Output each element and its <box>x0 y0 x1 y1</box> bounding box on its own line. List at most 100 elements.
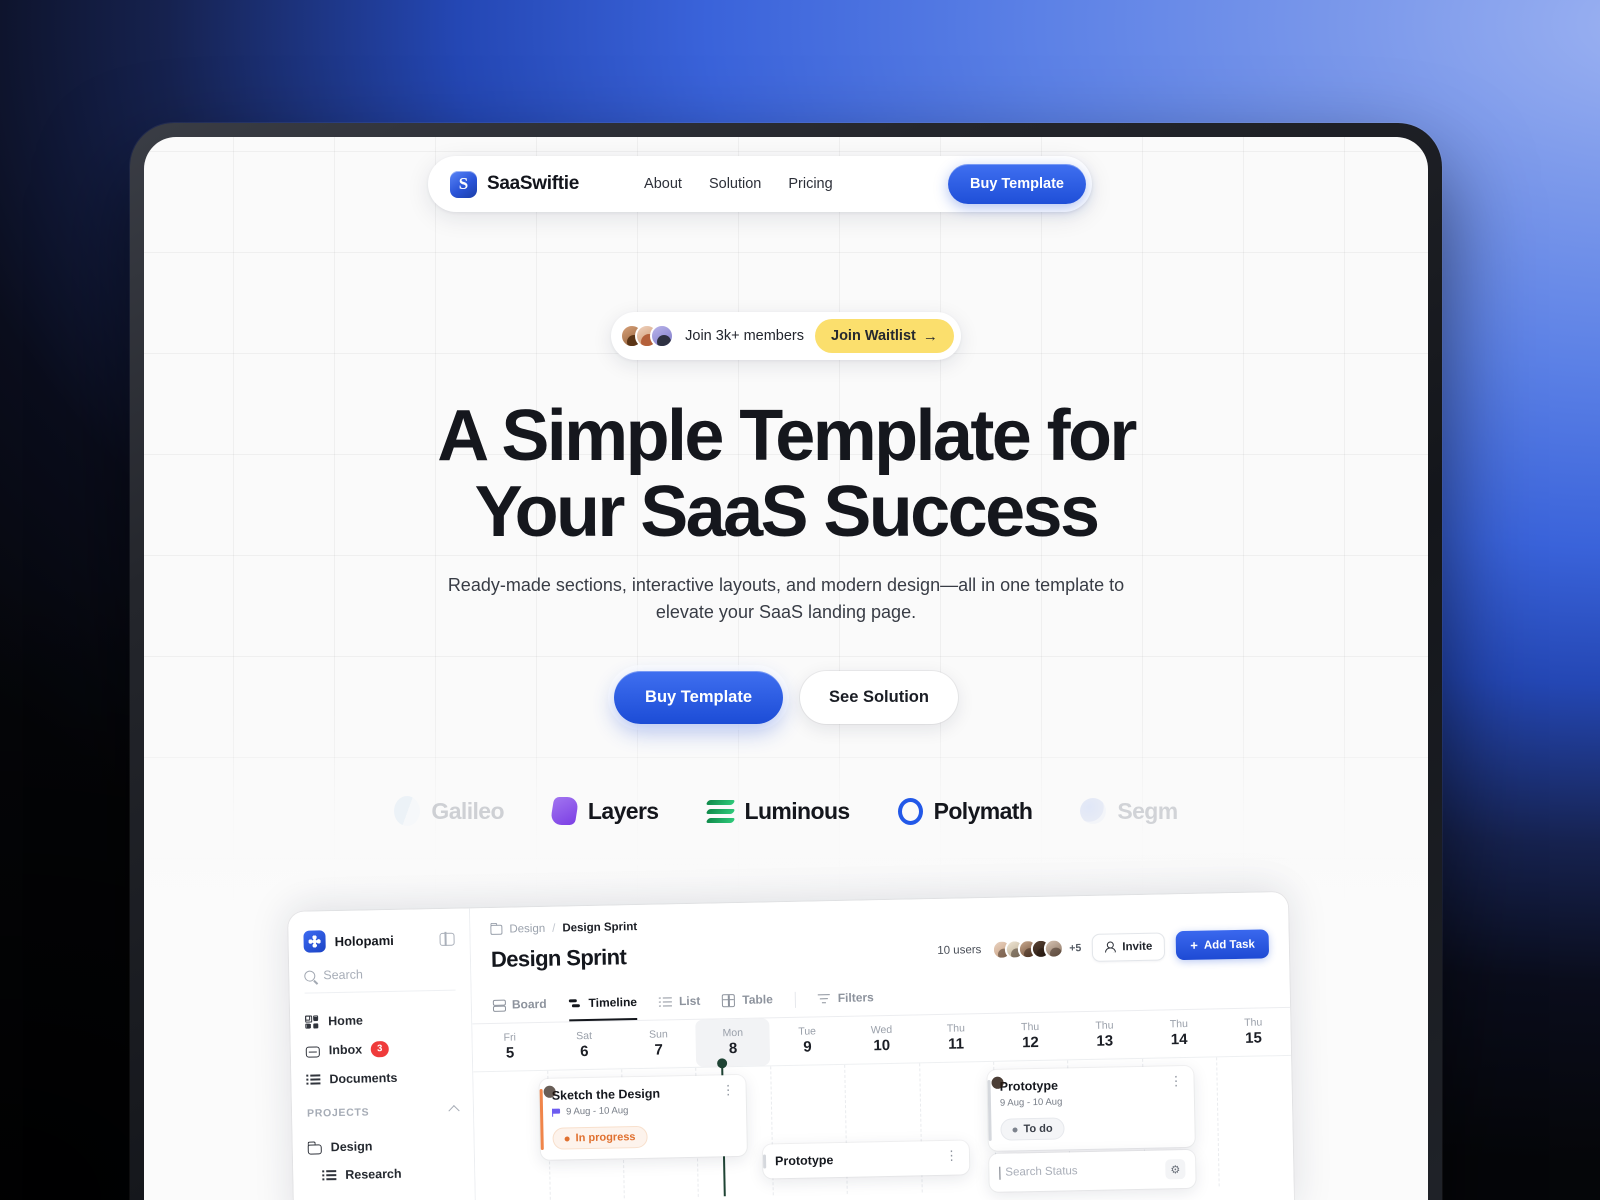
status-search-input[interactable]: Search Status ⚙ <box>988 1149 1196 1192</box>
task-card[interactable]: Prototype ⋮ 9 Aug - 10 Aug To do <box>987 1065 1195 1151</box>
nav-link-pricing[interactable]: Pricing <box>788 176 832 192</box>
sidebar-item-label: Design <box>330 1139 373 1155</box>
headline-line-1: A Simple Template for <box>437 396 1137 476</box>
task-dates: 9 Aug - 10 Aug <box>999 1096 1063 1109</box>
projects-list: Design Research <box>307 1131 459 1190</box>
day-column-header[interactable]: Sat 6 <box>547 1021 622 1069</box>
task-menu-icon[interactable]: ⋮ <box>1169 1073 1182 1088</box>
logo-luminous: Luminous <box>704 798 850 825</box>
day-column-header[interactable]: Thu 15 <box>1216 1008 1291 1056</box>
list-icon <box>659 995 673 1008</box>
sidebar-item-label: Inbox <box>328 1042 363 1058</box>
day-name: Thu <box>1095 1019 1114 1032</box>
invite-button[interactable]: Invite <box>1092 931 1166 962</box>
nav-links: About Solution Pricing <box>644 176 833 192</box>
hero-cta-row: Buy Template See Solution <box>144 671 1428 725</box>
task-menu-icon[interactable]: ⋮ <box>722 1082 735 1097</box>
arrow-right-icon: → <box>922 327 938 345</box>
status-dot-icon <box>1012 1126 1018 1133</box>
task-title: Prototype <box>774 1153 834 1169</box>
join-waitlist-button[interactable]: Join Waitlist → <box>815 319 954 353</box>
status-dot-icon <box>564 1135 570 1141</box>
members-badge[interactable]: Join 3k+ members Join Waitlist → <box>611 312 961 360</box>
tab-timeline[interactable]: Timeline <box>568 986 638 1022</box>
table-icon <box>722 993 736 1007</box>
workspace-name: Holopami <box>334 932 394 949</box>
hero-see-solution-button[interactable]: See Solution <box>800 671 958 725</box>
toggle-sidebar-icon[interactable] <box>439 932 455 946</box>
day-column-header[interactable]: Thu 12 <box>993 1012 1068 1060</box>
day-column-header[interactable]: Wed 10 <box>844 1015 919 1063</box>
sidebar-item-inbox[interactable]: Inbox 3 <box>305 1033 457 1066</box>
tab-board[interactable]: Board <box>492 988 547 1023</box>
day-column-header[interactable]: Fri 5 <box>472 1023 547 1071</box>
partner-logo-strip: Galileo Layers Luminous Polymath Segm <box>144 796 1428 827</box>
logo-segment: Segm <box>1080 797 1178 825</box>
day-column-header-today[interactable]: Mon 8 <box>695 1018 771 1067</box>
day-column-header[interactable]: Tue 9 <box>770 1017 845 1065</box>
day-column-header[interactable]: Thu 13 <box>1067 1011 1142 1059</box>
sidebar-item-documents[interactable]: Documents <box>306 1063 458 1094</box>
task-card-header: Prototype ⋮ <box>999 1073 1183 1094</box>
status-badge[interactable]: To do <box>1000 1117 1065 1141</box>
breadcrumb-current: Design Sprint <box>562 920 638 935</box>
grid-line <box>1216 1057 1220 1187</box>
day-column-header[interactable]: Sun 7 <box>621 1020 696 1068</box>
timeline-view: Fri 5 Sat 6 Sun 7 Mon 8 Tue 9 Wed 10 Thu… <box>472 1008 1294 1200</box>
headline-line-2: Your SaaS Success <box>474 471 1100 552</box>
day-column-header[interactable]: Thu 11 <box>918 1014 993 1062</box>
collaborator-avatars: +5 <box>992 937 1081 960</box>
documents-icon <box>306 1073 321 1087</box>
sidebar-item-research[interactable]: Research <box>308 1159 460 1190</box>
app-title-row: Design Sprint 10 users +5 Invite + Add T… <box>491 929 1270 974</box>
add-task-button[interactable]: + Add Task <box>1176 929 1270 961</box>
task-title: Prototype <box>999 1078 1059 1094</box>
day-name: Fri <box>503 1031 516 1044</box>
nav-link-solution[interactable]: Solution <box>709 176 761 192</box>
task-accent-bar <box>987 1079 992 1141</box>
navbar-buy-template-button[interactable]: Buy Template <box>947 164 1086 204</box>
logo-label: Layers <box>587 797 659 824</box>
navbar: S SaaSwiftie About Solution Pricing Buy … <box>428 156 1092 212</box>
task-menu-icon[interactable]: ⋮ <box>945 1148 958 1163</box>
tab-table[interactable]: Table <box>722 983 773 1018</box>
sidebar-item-label: Documents <box>329 1071 398 1087</box>
galileo-icon <box>394 796 421 827</box>
day-number: 12 <box>1021 1033 1039 1052</box>
day-number: 13 <box>1096 1032 1114 1050</box>
task-card[interactable]: Prototype ⋮ <box>762 1140 970 1179</box>
day-column-header[interactable]: Thu 14 <box>1141 1009 1216 1057</box>
logo-label: Segm <box>1117 797 1178 824</box>
sidebar-search[interactable]: Search <box>304 965 456 994</box>
nav-link-about[interactable]: About <box>644 176 682 192</box>
filters-button[interactable]: Filters <box>817 981 874 1016</box>
tab-list[interactable]: List <box>659 985 701 1020</box>
inbox-icon <box>305 1046 320 1058</box>
workspace-switcher[interactable]: Holopami <box>303 929 394 953</box>
status-search-placeholder: Search Status <box>1005 1165 1078 1179</box>
task-card-header: Prototype ⋮ <box>774 1148 958 1169</box>
task-card-footer: In progress <box>552 1124 735 1150</box>
task-card[interactable]: Sketch the Design ⋮ 9 Aug - 10 Aug In pr… <box>539 1074 747 1160</box>
sidebar-item-design[interactable]: Design <box>307 1131 459 1162</box>
sidebar-item-label: Research <box>345 1167 402 1183</box>
logo-icon: S <box>450 170 477 198</box>
filters-label: Filters <box>837 990 874 1005</box>
task-card-footer: To do <box>1000 1115 1183 1141</box>
status-badge[interactable]: In progress <box>552 1125 648 1150</box>
breadcrumb-parent[interactable]: Design <box>509 923 545 936</box>
tabs-divider <box>794 991 796 1008</box>
logo-layers: Layers <box>549 797 659 826</box>
timeline-icon <box>568 997 581 1010</box>
hero-buy-template-button[interactable]: Buy Template <box>614 671 784 725</box>
board-icon <box>492 998 505 1011</box>
brand[interactable]: S SaaSwiftie <box>450 170 579 198</box>
tab-label: Board <box>511 996 547 1012</box>
projects-section-header[interactable]: PROJECTS <box>307 1105 460 1120</box>
day-name: Mon <box>722 1026 744 1040</box>
gear-icon[interactable]: ⚙ <box>1165 1159 1186 1180</box>
task-accent-bar <box>762 1154 767 1169</box>
inbox-badge: 3 <box>370 1041 389 1058</box>
sidebar-item-home[interactable]: Home <box>305 1005 457 1036</box>
app-preview-window: Holopami Search Home Inbox 3 Documents P… <box>288 891 1295 1200</box>
